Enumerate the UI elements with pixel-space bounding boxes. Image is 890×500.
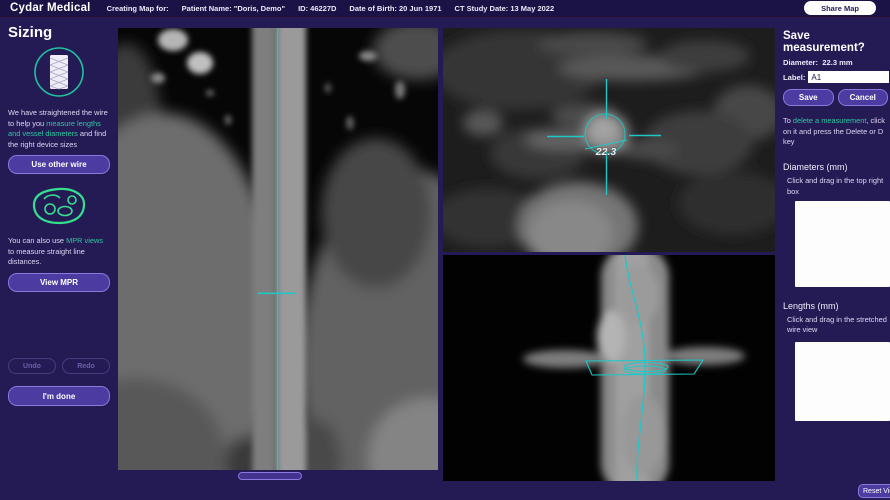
delete-hint: To delete a measurement, click on it and… — [783, 116, 885, 147]
diameters-section-title: Diameters (mm) — [783, 162, 848, 173]
cancel-button[interactable]: Cancel — [837, 89, 888, 106]
ct-stretched-image — [118, 28, 438, 470]
diameter-value: 22.3 mm — [822, 58, 853, 67]
app-root: Cydar Medical Creating Map for: Patient … — [0, 0, 890, 500]
mpr-help-text: You can also use MPR views to measure st… — [8, 236, 104, 267]
page-title: Sizing — [8, 24, 53, 41]
stretched-view-scrollbar[interactable] — [238, 472, 302, 480]
diameter-row: Diameter: 22.3 mm — [783, 58, 853, 67]
sizing-sidebar: Sizing We have straightened the wire to … — [0, 17, 118, 500]
mpr-views-icon — [8, 186, 110, 231]
creating-map-label: Creating Map for: — [106, 3, 169, 13]
lengths-section-title: Lengths (mm) — [783, 300, 839, 311]
cydar-logo: Cydar Medical — [10, 2, 91, 14]
label-row: Label: — [783, 71, 889, 83]
date-of-birth: Date of Birth: 20 Jun 1971 — [349, 3, 442, 13]
wire-help-text: We have straightened the wire to help yo… — [8, 108, 108, 149]
mpr-views-link[interactable]: MPR views — [66, 236, 103, 245]
vessel-3d-image — [443, 255, 775, 481]
ct-study-date: CT Study Date: 13 May 2022 — [454, 3, 555, 13]
view-mpr-button[interactable]: View MPR — [8, 272, 110, 292]
undo-redo-row: Undo Redo — [8, 358, 110, 374]
im-done-button[interactable]: I'm done — [8, 386, 110, 406]
use-other-wire-button[interactable]: Use other wire — [8, 155, 110, 175]
undo-button[interactable]: Undo — [8, 358, 56, 374]
save-cancel-row: Save Cancel — [783, 89, 888, 106]
save-panel-title: Save measurement? — [783, 30, 865, 54]
lengths-section-hint: Click and drag in the stretched wire vie… — [787, 314, 887, 335]
vessel-3d-view[interactable] — [443, 255, 775, 481]
diameters-list-box — [795, 200, 890, 287]
top-bar: Cydar Medical Creating Map for: Patient … — [0, 0, 890, 17]
diameter-measurement-view[interactable]: 22.3 — [443, 28, 775, 252]
reset-view-button[interactable]: Reset View — [858, 484, 890, 498]
stretched-wire-view[interactable] — [118, 28, 438, 470]
save-measurement-panel: Save measurement? Diameter: 22.3 mm Labe… — [778, 17, 890, 500]
patient-name: Patient Name: "Doris, Demo" — [181, 3, 286, 13]
redo-button[interactable]: Redo — [62, 358, 110, 374]
straightened-wire-icon — [8, 46, 110, 103]
label-input[interactable] — [808, 71, 889, 83]
share-map-button[interactable]: Share Map — [804, 1, 876, 15]
patient-id: ID: 46227D — [298, 3, 337, 13]
save-button[interactable]: Save — [783, 89, 834, 106]
diameters-section-hint: Click and drag in the top right box — [787, 176, 884, 196]
ct-axial-image: 22.3 — [443, 28, 775, 252]
measurement-value-label: 22.3 — [595, 146, 617, 158]
lengths-list-box — [795, 341, 890, 421]
delete-measurement-link[interactable]: delete a measurement — [793, 116, 867, 125]
